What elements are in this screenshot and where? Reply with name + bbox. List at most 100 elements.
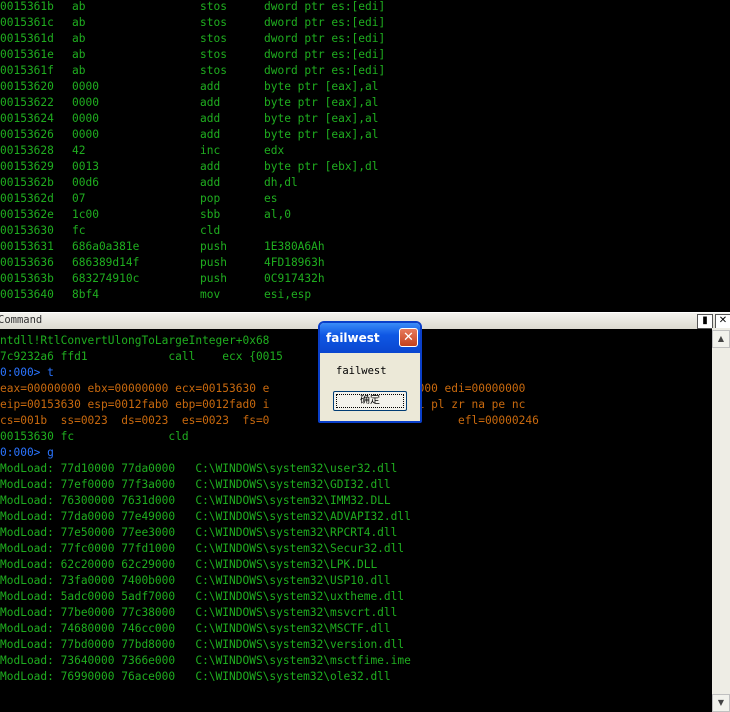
disasm-bytes: ab xyxy=(72,16,86,29)
command-line-text: 0:000> g xyxy=(0,446,54,459)
disasm-bytes: 686389d14f xyxy=(72,256,140,269)
disasm-bytes: 1c00 xyxy=(72,208,99,221)
disasm-addr: 00153622 xyxy=(0,96,54,109)
arrow-down-icon[interactable]: ▼ xyxy=(712,694,730,712)
command-line-text: ModLoad: 5adc0000 5adf7000 C:\WINDOWS\sy… xyxy=(0,590,405,603)
message-box-titlebar[interactable]: failwest ✕ xyxy=(320,323,420,353)
command-line-text: ModLoad: 77bd0000 77bd8000 C:\WINDOWS\sy… xyxy=(0,638,405,651)
message-box-text: failwest xyxy=(336,365,387,377)
command-line-text: eax=00000000 ebx=00000000 ecx=00153630 e… xyxy=(0,382,526,395)
disasm-bytes: 07 xyxy=(72,192,86,205)
message-box: failwest ✕ failwest 确定 xyxy=(318,321,422,423)
arrow-up-icon[interactable]: ▲ xyxy=(712,330,730,348)
disasm-op: push xyxy=(200,240,227,253)
disasm-args: byte ptr [eax],al xyxy=(264,96,379,109)
disasm-args: byte ptr [eax],al xyxy=(264,80,379,93)
disasm-addr: 0015361f xyxy=(0,64,54,77)
disassembly-window: 0015361b ab stos dword ptr es:[edi] 0015361c… xyxy=(0,0,730,306)
disasm-bytes: fc xyxy=(72,224,86,237)
disasm-addr: 00153636 xyxy=(0,256,54,269)
disasm-op: stos xyxy=(200,64,227,77)
command-line-text: ModLoad: 76990000 76ace000 C:\WINDOWS\sy… xyxy=(0,670,391,683)
command-window-title: Command xyxy=(0,314,43,326)
disasm-op: stos xyxy=(200,48,227,61)
disasm-op: add xyxy=(200,112,221,125)
disasm-args: dword ptr es:[edi] xyxy=(264,32,386,45)
disasm-args: dh,dl xyxy=(264,176,298,189)
disasm-bytes: ab xyxy=(72,64,86,77)
disasm-op: add xyxy=(200,96,221,109)
disasm-args: dword ptr es:[edi] xyxy=(264,48,386,61)
command-line-text: ModLoad: 77e50000 77ee3000 C:\WINDOWS\sy… xyxy=(0,526,398,539)
command-line-text: 0:000> t xyxy=(0,366,54,379)
scrollbar[interactable]: ▲ ▼ xyxy=(712,328,730,712)
command-line-text: 00153630 fc cld xyxy=(0,430,189,443)
disasm-bytes: 686a0a381e xyxy=(72,240,140,253)
disasm-op: pop xyxy=(200,192,221,205)
disasm-addr: 00153629 xyxy=(0,160,54,173)
disasm-addr: 0015361b xyxy=(0,0,54,13)
message-box-title: failwest xyxy=(326,331,380,345)
pin-icon[interactable]: ▮ xyxy=(697,314,713,329)
disasm-op: push xyxy=(200,256,227,269)
close-icon[interactable]: ✕ xyxy=(715,314,730,329)
disasm-args: es xyxy=(264,192,278,205)
disasm-bytes: 0013 xyxy=(72,160,99,173)
disasm-bytes: 0000 xyxy=(72,96,99,109)
disasm-bytes: 0000 xyxy=(72,112,99,125)
disasm-addr: 0015362d xyxy=(0,192,54,205)
disasm-bytes: ab xyxy=(72,0,86,13)
disasm-addr: 00153626 xyxy=(0,128,54,141)
ok-button[interactable]: 确定 xyxy=(333,391,407,411)
command-line-text: ModLoad: 74680000 746cc000 C:\WINDOWS\sy… xyxy=(0,622,391,635)
disasm-addr: 0015363b xyxy=(0,272,54,285)
disasm-bytes: 8bf4 xyxy=(72,288,99,301)
command-line-text: ModLoad: 77ef0000 77f3a000 C:\WINDOWS\sy… xyxy=(0,478,391,491)
command-line-text: ModLoad: 77d10000 77da0000 C:\WINDOWS\sy… xyxy=(0,462,398,475)
command-line-text: ModLoad: 76300000 7631d000 C:\WINDOWS\sy… xyxy=(0,494,391,507)
disasm-addr: 00153631 xyxy=(0,240,54,253)
disasm-args: 4FD18963h xyxy=(264,256,325,269)
command-line-text: ModLoad: 77fc0000 77fd1000 C:\WINDOWS\sy… xyxy=(0,542,405,555)
disasm-op: stos xyxy=(200,32,227,45)
disasm-addr: 0015362b xyxy=(0,176,54,189)
disasm-addr: 00153620 xyxy=(0,80,54,93)
disasm-addr: 0015362e xyxy=(0,208,54,221)
disasm-bytes: ab xyxy=(72,32,86,45)
disasm-addr: 00153630 xyxy=(0,224,54,237)
disasm-bytes: 0000 xyxy=(72,128,99,141)
disasm-op: add xyxy=(200,176,221,189)
disasm-addr: 00153628 xyxy=(0,144,54,157)
disasm-addr: 00153624 xyxy=(0,112,54,125)
disasm-args: dword ptr es:[edi] xyxy=(264,16,386,29)
disasm-op: add xyxy=(200,80,221,93)
disasm-args: 0C917432h xyxy=(264,272,325,285)
disasm-op: stos xyxy=(200,16,227,29)
disasm-addr: 00153640 xyxy=(0,288,54,301)
disasm-bytes: ab xyxy=(72,48,86,61)
command-line-text: eip=00153630 esp=0012fab0 ebp=0012fad0 i… xyxy=(0,398,526,411)
disasm-addr: 0015361d xyxy=(0,32,54,45)
command-line-text: 7c9232a6 ffd1 call ecx {0015 xyxy=(0,350,283,363)
command-line-text: cs=001b ss=0023 ds=0023 es=0023 fs=0 efl… xyxy=(0,414,539,427)
disasm-addr: 0015361c xyxy=(0,16,54,29)
disasm-op: inc xyxy=(200,144,221,157)
disasm-addr: 0015361e xyxy=(0,48,54,61)
command-line-text: ModLoad: 73fa0000 7400b000 C:\WINDOWS\sy… xyxy=(0,574,391,587)
disasm-bytes: 683274910c xyxy=(72,272,140,285)
disasm-op: add xyxy=(200,160,221,173)
command-line-text: ModLoad: 77be0000 77c38000 C:\WINDOWS\sy… xyxy=(0,606,398,619)
disasm-args: esi,esp xyxy=(264,288,312,301)
disasm-bytes: 0000 xyxy=(72,80,99,93)
disasm-args: byte ptr [eax],al xyxy=(264,128,379,141)
disasm-op: push xyxy=(200,272,227,285)
command-line-text: ModLoad: 62c20000 62c29000 C:\WINDOWS\sy… xyxy=(0,558,378,571)
disasm-args: dword ptr es:[edi] xyxy=(264,64,386,77)
close-icon[interactable]: ✕ xyxy=(399,328,418,347)
disasm-bytes: 00d6 xyxy=(72,176,99,189)
command-line-text: ModLoad: 77da0000 77e49000 C:\WINDOWS\sy… xyxy=(0,510,411,523)
disasm-op: sbb xyxy=(200,208,221,221)
disasm-args: dword ptr es:[edi] xyxy=(264,0,386,13)
disasm-args: al,0 xyxy=(264,208,291,221)
disasm-bytes: 42 xyxy=(72,144,86,157)
